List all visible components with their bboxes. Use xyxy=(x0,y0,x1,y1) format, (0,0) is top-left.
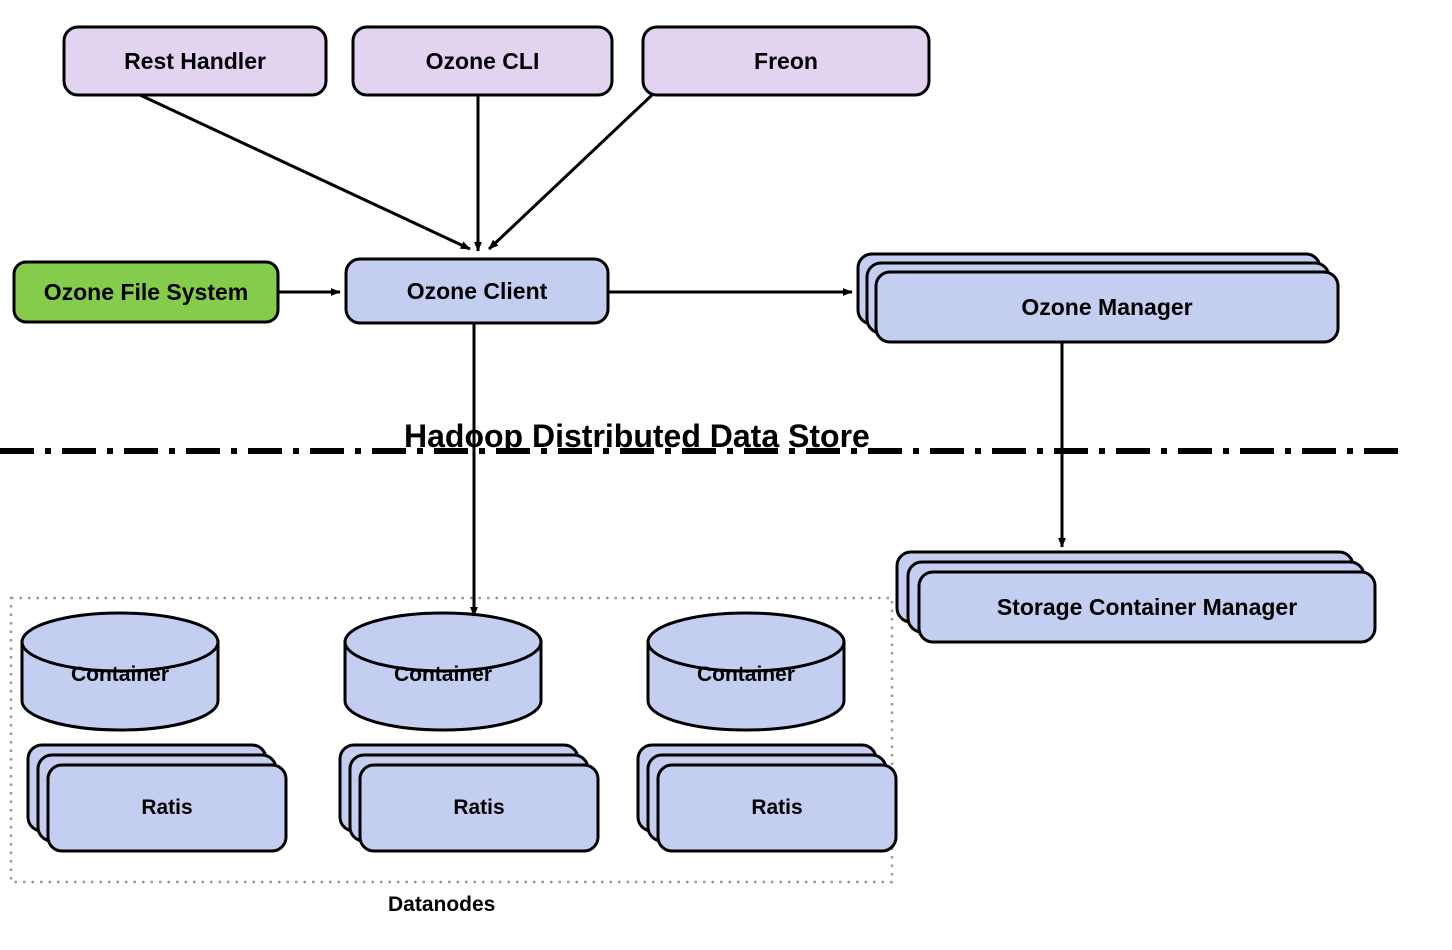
datanode-3-container-cylinder[interactable] xyxy=(646,611,846,732)
datanode-2-ratis-stack[interactable] xyxy=(338,743,600,853)
ozone-cli-box[interactable] xyxy=(351,25,614,97)
edges-layer xyxy=(139,93,1066,617)
datanode-1-shapes xyxy=(20,611,288,853)
ozone-manager-layer-front xyxy=(874,270,1340,344)
diagram-shapes-layer xyxy=(0,25,1400,884)
scm-layer-front xyxy=(917,570,1377,644)
ozone-client-box[interactable] xyxy=(344,257,610,325)
datanode-2-shapes xyxy=(338,611,600,853)
hadoop-store-divider-label: Hadoop Distributed Data Store xyxy=(404,418,870,454)
datanode-2-container-cylinder[interactable] xyxy=(343,611,543,732)
freon-box[interactable] xyxy=(641,25,931,97)
storage-container-manager-stack[interactable] xyxy=(895,550,1377,644)
datanodes-group-caption: Datanodes xyxy=(388,893,496,916)
ozone-file-system-box[interactable] xyxy=(12,260,280,324)
ozone-architecture-diagram: Rest Handler Ozone CLI Freon Ozone File … xyxy=(0,0,1452,950)
datanode-1-ratis-stack[interactable] xyxy=(26,743,288,853)
datanode-3-shapes xyxy=(636,611,898,853)
edge-rest-handler-to-ozone-client xyxy=(139,93,471,251)
ozone-manager-stack[interactable] xyxy=(856,252,1340,344)
datanode-1-container-cylinder[interactable] xyxy=(20,611,220,732)
rest-handler-box[interactable] xyxy=(62,25,328,97)
datanode-3-ratis-stack[interactable] xyxy=(636,743,898,853)
top-client-shapes xyxy=(62,25,931,97)
edge-freon-to-ozone-client xyxy=(487,93,654,251)
